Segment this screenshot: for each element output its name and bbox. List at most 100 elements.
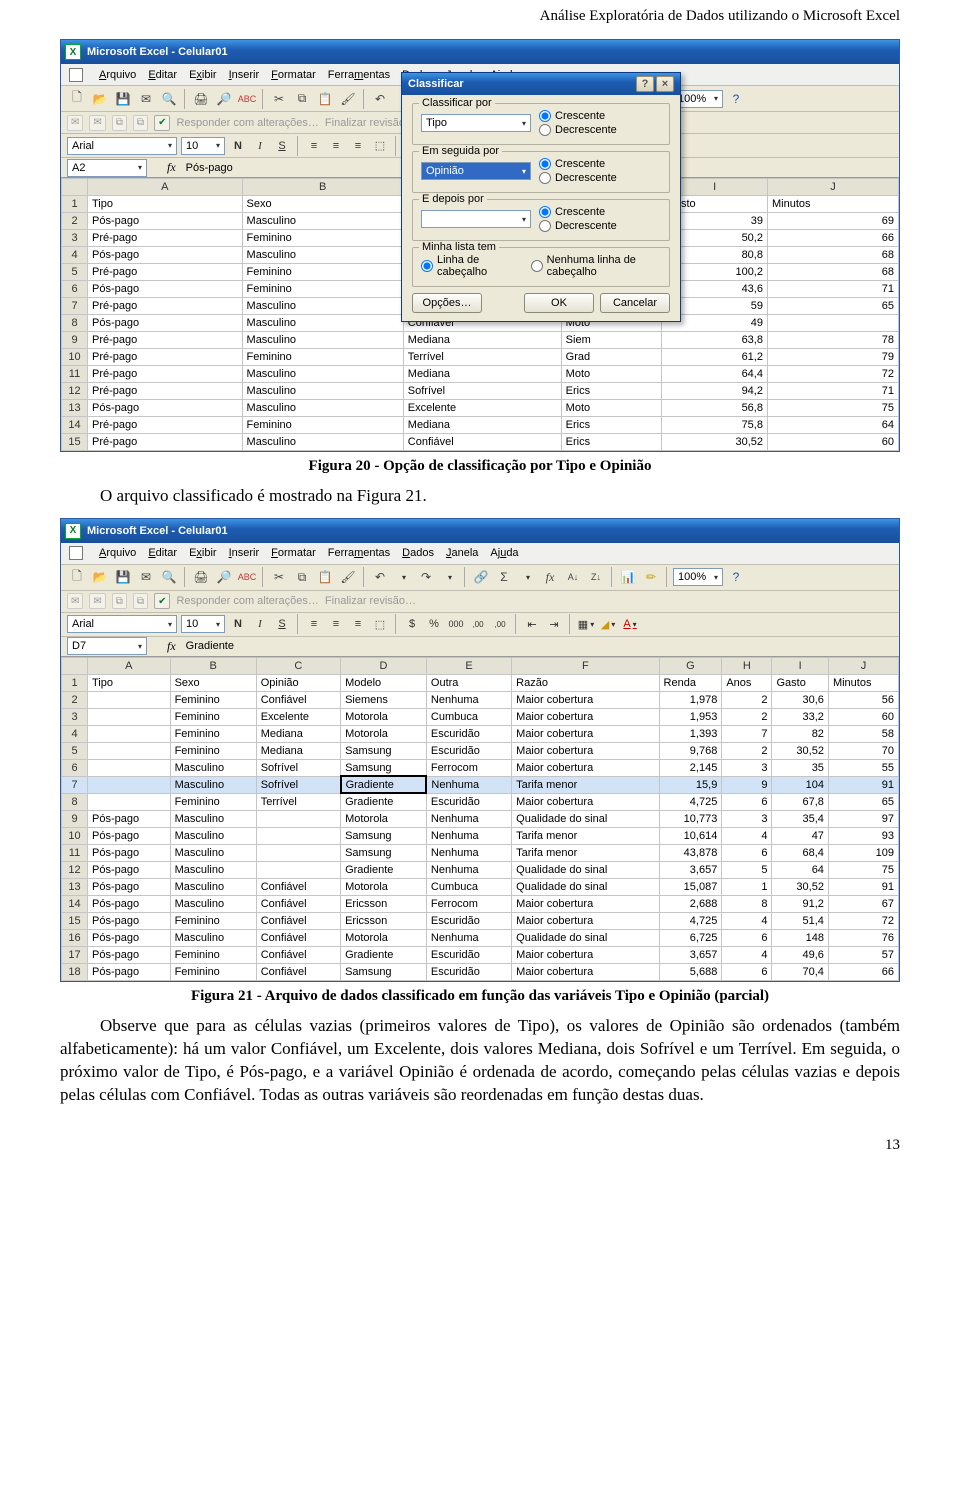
cell[interactable]: Escuridão [426, 793, 511, 810]
cell[interactable] [767, 315, 898, 332]
cell[interactable]: 66 [828, 963, 898, 980]
cell[interactable]: Razão [512, 674, 659, 691]
cell[interactable]: 69 [767, 213, 898, 230]
cell[interactable]: 9,768 [659, 742, 722, 759]
cell[interactable]: Nenhuma [426, 844, 511, 861]
cell[interactable]: Escuridão [426, 725, 511, 742]
cell[interactable]: Sexo [242, 196, 403, 213]
cell[interactable]: Confiável [403, 434, 561, 451]
cell[interactable]: Ferrocom [426, 895, 511, 912]
cell[interactable]: Pós-pago [88, 213, 243, 230]
merge-icon[interactable]: ⬚ [371, 615, 389, 633]
row-header[interactable]: 13 [62, 878, 88, 895]
cell[interactable]: 2 [722, 691, 772, 708]
drawing-icon[interactable]: ✏ [641, 567, 661, 587]
row-header[interactable]: 17 [62, 946, 88, 963]
menu-editar[interactable]: Editar [148, 547, 177, 559]
row-header[interactable]: 15 [62, 912, 88, 929]
select-all-corner[interactable] [62, 657, 88, 674]
cell[interactable]: 56,8 [662, 400, 768, 417]
then-by-dropdown[interactable]: Opinião [421, 162, 531, 180]
cell[interactable]: Terrível [403, 349, 561, 366]
ascending-radio[interactable]: Crescente [539, 110, 617, 122]
cell[interactable]: Motorola [341, 878, 427, 895]
undo-dropdown-icon[interactable] [393, 567, 413, 587]
cell[interactable]: Tarifa menor [512, 776, 659, 793]
cell[interactable]: 15,087 [659, 878, 722, 895]
cell[interactable]: Modelo [341, 674, 427, 691]
cell[interactable]: 4 [722, 912, 772, 929]
cell[interactable]: Maior cobertura [512, 708, 659, 725]
cell[interactable]: 35 [772, 759, 828, 776]
cell[interactable]: 3,657 [659, 861, 722, 878]
cell[interactable]: Siemens [341, 691, 427, 708]
row-header[interactable]: 6 [62, 281, 88, 298]
cell[interactable]: Confiável [256, 946, 340, 963]
menu-ferramentas[interactable]: Ferramentas [328, 547, 390, 559]
row-header[interactable]: 7 [62, 776, 88, 793]
cell[interactable]: 67,8 [772, 793, 828, 810]
cell[interactable]: Pré-pago [88, 298, 243, 315]
cell[interactable]: 56 [828, 691, 898, 708]
col-header[interactable]: D [341, 657, 427, 674]
bold-icon[interactable]: N [229, 137, 247, 155]
select-all-corner[interactable] [62, 179, 88, 196]
format-painter-icon[interactable]: 🖌 [338, 567, 358, 587]
cancel-button[interactable]: Cancelar [600, 293, 670, 313]
cell[interactable]: 68,4 [772, 844, 828, 861]
cell[interactable]: Masculino [242, 315, 403, 332]
cell[interactable]: 3 [722, 810, 772, 827]
cell[interactable]: 65 [828, 793, 898, 810]
cell[interactable]: Pós-pago [88, 929, 171, 946]
cell[interactable]: Pré-pago [88, 264, 243, 281]
cell[interactable]: Maior cobertura [512, 793, 659, 810]
undo-icon[interactable]: ↶ [370, 89, 390, 109]
align-center-icon[interactable]: ≡ [327, 615, 345, 633]
name-box[interactable]: D7 [67, 637, 147, 655]
font-color-icon[interactable]: A [621, 615, 639, 633]
cell[interactable]: 97 [828, 810, 898, 827]
save-icon[interactable]: 💾 [113, 567, 133, 587]
align-left-icon[interactable]: ≡ [305, 137, 323, 155]
copy-icon[interactable]: ⧉ [292, 567, 312, 587]
cell[interactable]: Masculino [242, 434, 403, 451]
fx-icon[interactable]: fx [167, 160, 176, 175]
cell[interactable] [256, 810, 340, 827]
cell[interactable]: Mediana [256, 725, 340, 742]
cell[interactable]: 60 [828, 708, 898, 725]
row-header[interactable]: 4 [62, 725, 88, 742]
cell[interactable] [88, 725, 171, 742]
cut-icon[interactable]: ✂ [269, 89, 289, 109]
cell[interactable]: Feminino [170, 793, 256, 810]
cell[interactable]: 4,725 [659, 793, 722, 810]
cell[interactable]: 70 [828, 742, 898, 759]
increase-decimal-icon[interactable]: ,00 [469, 615, 487, 633]
sort-by-dropdown[interactable]: Tipo [421, 114, 531, 132]
preview-icon[interactable]: 🔎 [214, 567, 234, 587]
col-header[interactable]: E [426, 657, 511, 674]
cell[interactable]: Motorola [341, 725, 427, 742]
cell[interactable]: Pós-pago [88, 895, 171, 912]
cell[interactable]: Pós-pago [88, 946, 171, 963]
cell[interactable]: 66 [767, 230, 898, 247]
cell[interactable]: Samsung [341, 963, 427, 980]
row-header[interactable]: 18 [62, 963, 88, 980]
cell[interactable]: Nenhuma [426, 691, 511, 708]
cell[interactable]: Maior cobertura [512, 895, 659, 912]
row-header[interactable]: 7 [62, 298, 88, 315]
cell[interactable]: Qualidade do sinal [512, 810, 659, 827]
cell[interactable]: 91 [828, 776, 898, 793]
cell[interactable]: Motorola [341, 810, 427, 827]
descending-radio[interactable]: Decrescente [539, 172, 617, 184]
format-painter-icon[interactable]: 🖌 [338, 89, 358, 109]
row-header[interactable]: 5 [62, 264, 88, 281]
align-right-icon[interactable]: ≡ [349, 137, 367, 155]
cell[interactable]: 6 [722, 793, 772, 810]
cell[interactable]: Pós-pago [88, 247, 243, 264]
search-icon[interactable]: 🔍 [159, 567, 179, 587]
col-header[interactable]: B [170, 657, 256, 674]
cell[interactable]: 5 [722, 861, 772, 878]
formula-text[interactable]: Pós-pago [186, 162, 233, 174]
col-header[interactable]: A [88, 179, 243, 196]
redo-icon[interactable]: ↷ [416, 567, 436, 587]
